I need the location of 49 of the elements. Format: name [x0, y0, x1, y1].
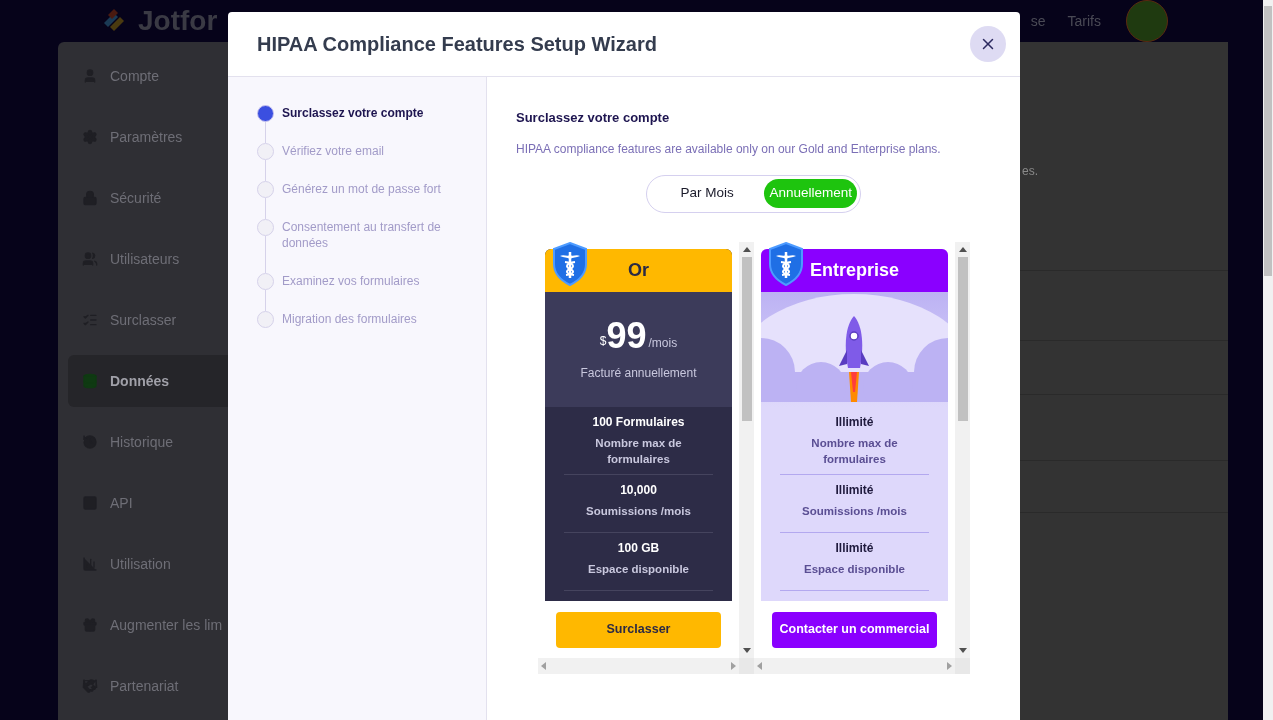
billing-option[interactable]: Annuellement	[764, 179, 857, 208]
dialog-title: HIPAA Compliance Features Setup Wizard	[257, 32, 658, 57]
feature-label: Soumissions /mois	[585, 503, 692, 519]
sidebar-item[interactable]: Historique	[68, 416, 228, 468]
feature-value: Illimité	[835, 539, 874, 557]
content-text: es.	[1022, 163, 1038, 180]
price-period: /mois	[648, 335, 678, 352]
section-heading: Surclassez votre compte	[516, 109, 671, 127]
section-description: HIPAA compliance features are available only on our Gold and Enterprise plans.	[516, 140, 942, 158]
currency-symbol: $	[599, 334, 607, 350]
plan-name: Entreprise	[809, 258, 899, 282]
feature-value: 100 GB	[617, 539, 660, 557]
feature-label: Nombre max de formulaires	[810, 435, 899, 467]
billing-option[interactable]: Par Mois	[650, 179, 765, 208]
feature-label: Soumissions /mois	[801, 503, 908, 519]
nav-link[interactable]: se	[1030, 10, 1046, 32]
nav-link[interactable]: Tarifs	[1067, 10, 1101, 32]
avatar[interactable]	[1126, 0, 1168, 42]
feature-value: 10,000	[620, 481, 657, 499]
step-label[interactable]: Surclassez votre compte	[282, 105, 424, 143]
billing-note: Facturé annuellement	[580, 365, 697, 382]
sidebar-item[interactable]: Données	[68, 355, 228, 407]
step-label[interactable]: Consentement au transfert de données	[282, 219, 466, 273]
sidebar-item[interactable]: Paramètres	[68, 111, 228, 163]
sidebar-item[interactable]: API	[68, 477, 228, 529]
feature-label: Espace disponible	[803, 561, 906, 577]
step-label[interactable]: Examinez vos formulaires	[282, 273, 420, 311]
database-icon	[82, 373, 98, 389]
page-scrollbar[interactable]	[1263, 0, 1273, 720]
sidebar-item[interactable]: Compte	[68, 50, 228, 102]
sidebar-item[interactable]: Utilisateurs	[68, 233, 228, 285]
close-button[interactable]	[970, 26, 1006, 62]
plan-name: Or	[628, 258, 649, 282]
price-amount: 99	[606, 316, 647, 356]
feature-label: Nombre max de formulaires	[594, 435, 683, 467]
sidebar-item[interactable]: Utilisation	[68, 538, 228, 590]
sidebar-item[interactable]: Augmenter les lim	[68, 599, 228, 651]
feature-value: Illimité	[835, 413, 874, 431]
feature-label: Espace disponible	[587, 561, 690, 577]
plan-button[interactable]: Surclasser	[556, 611, 721, 648]
feature-value: 100 Formulaires	[592, 413, 685, 431]
plan-button[interactable]: Contacter un commercial	[772, 611, 937, 648]
sidebar-item[interactable]: Sécurité	[68, 172, 228, 224]
feature-value: Illimité	[835, 481, 874, 499]
sidebar-item[interactable]: Surclasser	[68, 294, 228, 346]
step-label[interactable]: Migration des formulaires	[282, 311, 417, 349]
step-label[interactable]: Générez un mot de passe fort	[282, 181, 441, 219]
sidebar-item[interactable]: Partenariat	[68, 660, 228, 712]
step-label[interactable]: Vérifiez votre email	[282, 143, 385, 181]
